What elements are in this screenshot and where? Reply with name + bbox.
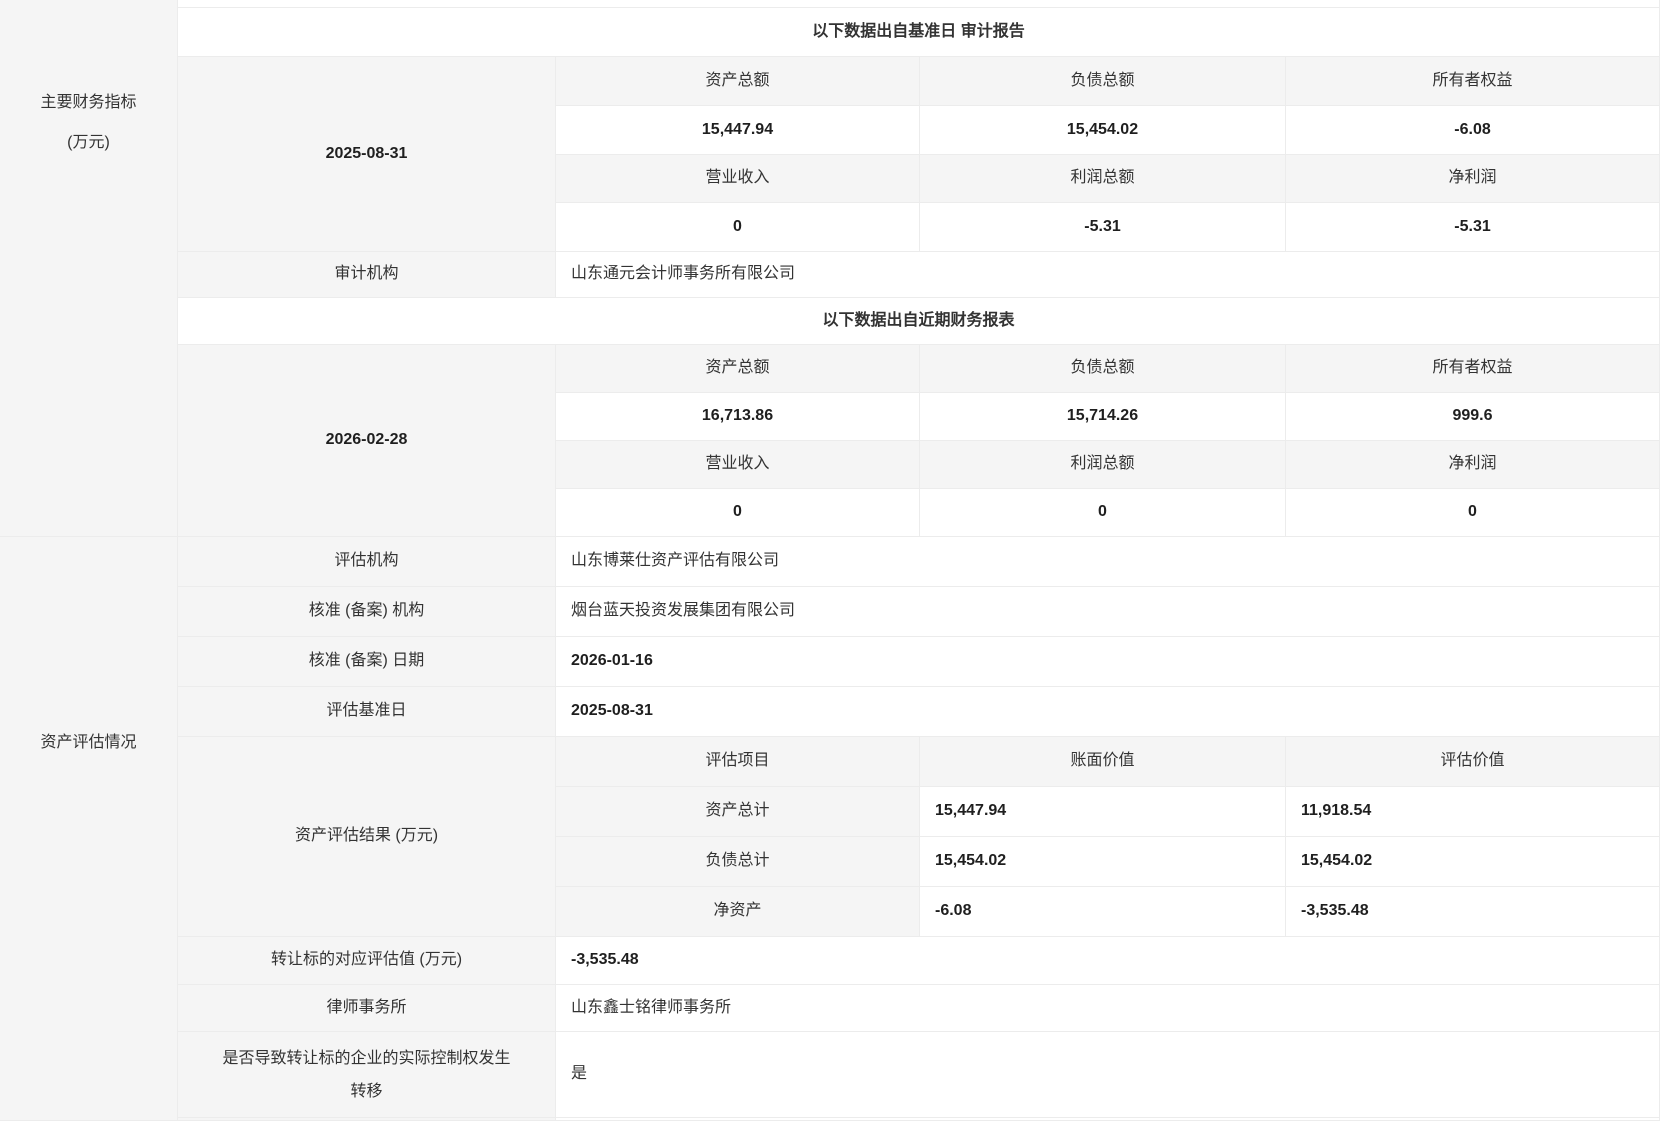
section-label-valuation-text: 资产评估情况 (40, 723, 136, 763)
metric-header-revenue: 营业收入 (556, 155, 920, 203)
metric-value-total-assets: 15,447.94 (556, 106, 920, 155)
law-firm-value: 山东鑫士铭律师事务所 (556, 985, 1660, 1032)
approval-org-value: 烟台蓝天投资发展集团有限公司 (556, 587, 1660, 637)
result-assessed-total-liabilities: 15,454.02 (1286, 837, 1660, 887)
valuation-base-date-value: 2025-08-31 (556, 687, 1660, 737)
recent-section-header: 以下数据出自近期财务报表 (178, 298, 1660, 345)
section-label-line2: (万元) (67, 123, 110, 163)
financial-disclosure-table: 主要财务指标 (万元) 资产评估情况 以下数据出自基准日 审计报告 2025-0… (0, 0, 1660, 1121)
approval-date-value: 2026-01-16 (556, 637, 1660, 687)
recent-header-net-profit: 净利润 (1286, 441, 1660, 489)
audit-base-date: 2025-08-31 (178, 57, 556, 252)
approval-date-label: 核准 (备案) 日期 (178, 637, 556, 687)
result-book-total-assets: 15,447.94 (920, 787, 1286, 837)
section-label-financial-indicators: 主要财务指标 (万元) (0, 0, 178, 537)
result-item-total-assets: 资产总计 (556, 787, 920, 837)
recent-header-total-assets: 资产总额 (556, 345, 920, 393)
recent-report-date: 2026-02-28 (178, 345, 556, 537)
auditor-label: 审计机构 (178, 252, 556, 298)
metric-value-net-profit: -5.31 (1286, 203, 1660, 252)
metric-value-revenue: 0 (556, 203, 920, 252)
metric-value-total-profit: -5.31 (920, 203, 1286, 252)
recent-header-total-profit: 利润总额 (920, 441, 1286, 489)
result-item-total-liabilities: 负债总计 (556, 837, 920, 887)
metric-header-total-profit: 利润总额 (920, 155, 1286, 203)
recent-value-total-liabilities: 15,714.26 (920, 393, 1286, 441)
audit-section-header: 以下数据出自基准日 审计报告 (178, 8, 1660, 57)
control-transfer-label-text: 是否导致转让标的企业的实际控制权发生转移 (222, 1042, 512, 1108)
recent-header-owner-equity: 所有者权益 (1286, 345, 1660, 393)
metric-header-net-profit: 净利润 (1286, 155, 1660, 203)
result-item-net-assets: 净资产 (556, 887, 920, 937)
result-assessed-net-assets: -3,535.48 (1286, 887, 1660, 937)
metric-header-total-liabilities: 负债总额 (920, 57, 1286, 106)
result-header-item: 评估项目 (556, 737, 920, 787)
valuation-result-label: 资产评估结果 (万元) (178, 737, 556, 937)
recent-value-revenue: 0 (556, 489, 920, 537)
valuation-agency-value: 山东博莱仕资产评估有限公司 (556, 537, 1660, 587)
control-transfer-label: 是否导致转让标的企业的实际控制权发生转移 (178, 1032, 556, 1118)
recent-value-net-profit: 0 (1286, 489, 1660, 537)
control-transfer-value: 是 (556, 1032, 1660, 1118)
transfer-assessed-value: -3,535.48 (556, 937, 1660, 985)
transfer-assessed-label: 转让标的对应评估值 (万元) (178, 937, 556, 985)
recent-header-revenue: 营业收入 (556, 441, 920, 489)
law-firm-label: 律师事务所 (178, 985, 556, 1032)
metric-value-total-liabilities: 15,454.02 (920, 106, 1286, 155)
result-header-book-value: 账面价值 (920, 737, 1286, 787)
result-book-total-liabilities: 15,454.02 (920, 837, 1286, 887)
section-label-asset-valuation: 资产评估情况 (0, 537, 178, 1121)
result-assessed-total-assets: 11,918.54 (1286, 787, 1660, 837)
valuation-agency-label: 评估机构 (178, 537, 556, 587)
recent-value-owner-equity: 999.6 (1286, 393, 1660, 441)
result-header-assessed-value: 评估价值 (1286, 737, 1660, 787)
recent-value-total-profit: 0 (920, 489, 1286, 537)
approval-org-label: 核准 (备案) 机构 (178, 587, 556, 637)
recent-value-total-assets: 16,713.86 (556, 393, 920, 441)
metric-header-total-assets: 资产总额 (556, 57, 920, 106)
section-label-line1: 主要财务指标 (40, 83, 136, 123)
top-partial-row (178, 0, 1660, 8)
recent-header-total-liabilities: 负债总额 (920, 345, 1286, 393)
metric-header-owner-equity: 所有者权益 (1286, 57, 1660, 106)
metric-value-owner-equity: -6.08 (1286, 106, 1660, 155)
auditor-value: 山东通元会计师事务所有限公司 (556, 252, 1660, 298)
result-book-net-assets: -6.08 (920, 887, 1286, 937)
valuation-base-date-label: 评估基准日 (178, 687, 556, 737)
